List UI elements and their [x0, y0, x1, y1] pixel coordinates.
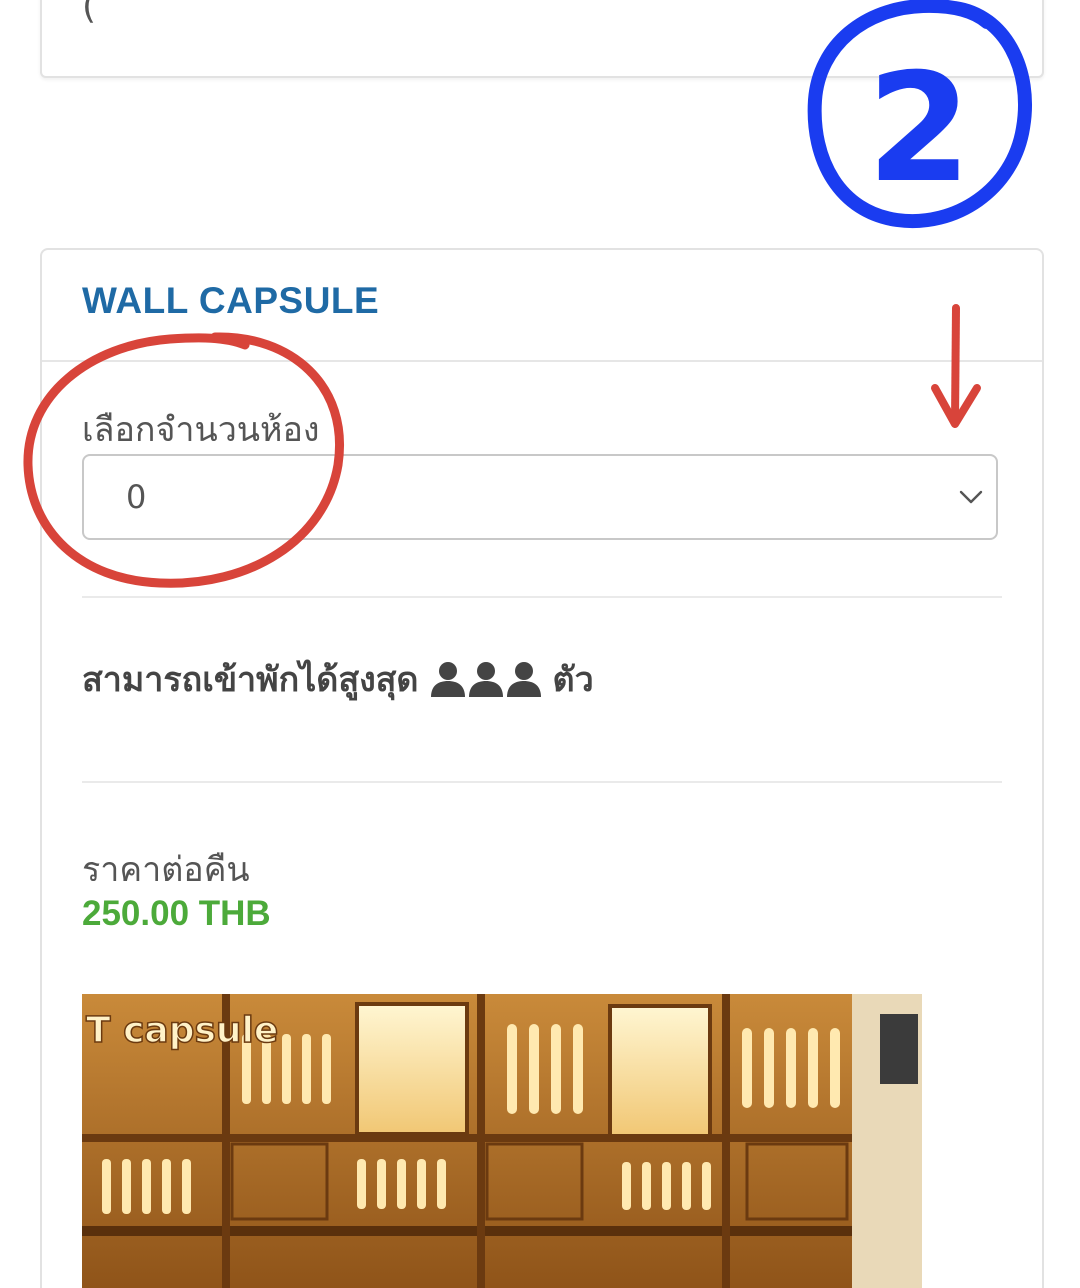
capacity-suffix: ตัว: [552, 660, 594, 700]
room-count-value: 0: [126, 478, 147, 516]
room-count-label: เลือกจำนวนห้อง: [82, 410, 320, 450]
chevron-down-icon: [959, 490, 983, 504]
person-icon: [506, 662, 541, 697]
room-title: WALL CAPSULE: [82, 280, 380, 321]
divider: [82, 781, 1002, 783]
divider: [82, 596, 1002, 598]
capacity-people-icons: [429, 661, 543, 697]
room-count-select[interactable]: 0: [82, 454, 998, 540]
price-label: ราคาต่อคืน: [82, 850, 250, 890]
room-card-header: WALL CAPSULE: [42, 250, 1042, 362]
price-value: 250.00 THB: [82, 894, 271, 933]
previous-card-clipped-text: (: [82, 0, 99, 27]
photo-sign-text: T capsule: [86, 1010, 278, 1051]
capacity-row: สามารถเข้าพักได้สูงสุด ตัว: [82, 652, 594, 706]
page: ( WALL CAPSULE เลือกจำนวนห้อง 0 สามารถเข…: [0, 0, 1080, 1288]
room-photo[interactable]: T capsule: [82, 994, 922, 1288]
capacity-text: สามารถเข้าพักได้สูงสุด: [82, 660, 419, 700]
previous-room-card: (: [40, 0, 1044, 78]
person-icon: [468, 662, 503, 697]
person-icon: [430, 662, 465, 697]
room-photo-image: T capsule: [82, 994, 922, 1288]
room-card: WALL CAPSULE เลือกจำนวนห้อง 0 สามารถเข้า…: [40, 248, 1044, 1288]
